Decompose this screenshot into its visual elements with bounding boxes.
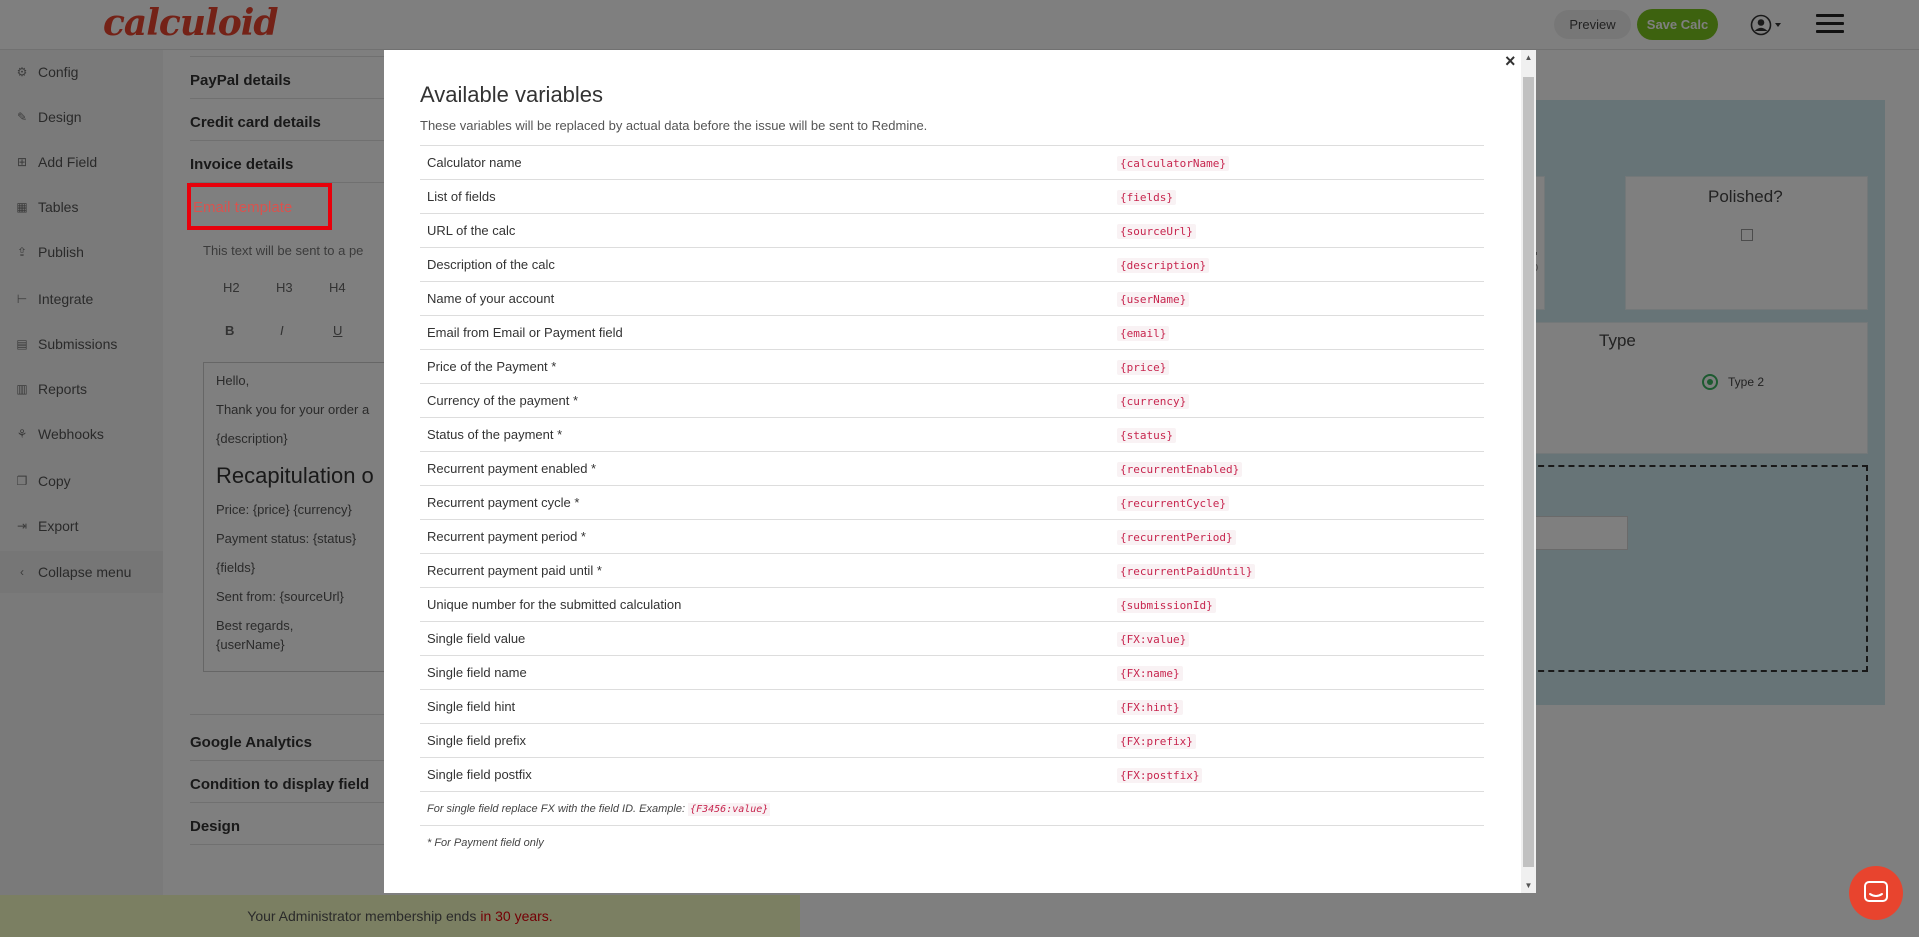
variable-row: Recurrent payment enabled * {recurrentEna… xyxy=(420,451,1484,486)
variable-label: Recurrent payment cycle * xyxy=(420,485,1110,520)
variable-row: Price of the Payment * {price} xyxy=(420,349,1484,384)
variable-row: URL of the calc {sourceUrl} xyxy=(420,213,1484,248)
field-id-note: For single field replace FX with the fie… xyxy=(427,802,686,815)
accordion-email-template[interactable]: Email template xyxy=(187,183,332,230)
variable-code[interactable]: {currency} xyxy=(1117,394,1190,409)
variable-code[interactable]: {recurrentEnabled} xyxy=(1117,462,1243,477)
variable-code[interactable]: {FX:name} xyxy=(1117,666,1183,681)
variable-code[interactable]: {submissionId} xyxy=(1117,598,1216,613)
variable-label: Name of your account xyxy=(420,281,1110,316)
variable-code[interactable]: {description} xyxy=(1117,258,1210,273)
available-variables-modal: Available variables These variables will… xyxy=(384,50,1535,893)
variable-code[interactable]: {recurrentPaidUntil} xyxy=(1117,564,1256,579)
modal-title: Available variables xyxy=(420,82,604,107)
variable-row: Calculator name {calculatorName} xyxy=(420,145,1484,180)
modal-description: These variables will be replaced by actu… xyxy=(420,118,928,133)
variable-label: Description of the calc xyxy=(420,247,1110,282)
variable-row: Recurrent payment paid until * {recurrent… xyxy=(420,553,1484,588)
scrollbar-thumb[interactable] xyxy=(1523,77,1534,867)
variable-row: Description of the calc {description} xyxy=(420,247,1484,282)
variable-row: Unique number for the submitted calculat… xyxy=(420,587,1484,622)
variable-row: Recurrent payment period * {recurrentPeri… xyxy=(420,519,1484,554)
variable-row: Recurrent payment cycle * {recurrentCycle… xyxy=(420,485,1484,520)
variable-label: Price of the Payment * xyxy=(420,349,1110,384)
variable-label: Calculator name xyxy=(420,145,1110,180)
variable-row: Single field postfix {FX:postfix} xyxy=(420,757,1484,792)
scroll-down-arrow-icon[interactable]: ▼ xyxy=(1521,878,1536,893)
variable-code[interactable]: {FX:postfix} xyxy=(1117,768,1203,783)
chat-icon xyxy=(1864,881,1888,902)
variable-row: List of fields {fields} xyxy=(420,179,1484,214)
variable-label: Single field hint xyxy=(420,689,1110,724)
variable-label: Recurrent payment paid until * xyxy=(420,553,1110,588)
chat-launcher[interactable] xyxy=(1849,866,1903,920)
variable-label: Single field name xyxy=(420,655,1110,690)
payment-field-note: * For Payment field only xyxy=(420,825,1484,860)
variable-row: Status of the payment * {status} xyxy=(420,417,1484,452)
variable-label: Single field postfix xyxy=(420,757,1110,792)
variables-table: Calculator name {calculatorName} List of f… xyxy=(420,145,1484,860)
variable-label: Unique number for the submitted calculat… xyxy=(420,587,1110,622)
variable-label: Email from Email or Payment field xyxy=(420,315,1110,350)
variable-code[interactable]: {FX:prefix} xyxy=(1117,734,1196,749)
variable-label: Single field value xyxy=(420,621,1110,656)
variable-code[interactable]: {userName} xyxy=(1117,292,1190,307)
email-template-label: Email template xyxy=(193,199,293,216)
variable-code[interactable]: {FX:hint} xyxy=(1117,700,1183,715)
variable-label: List of fields xyxy=(420,179,1110,214)
variable-row: Single field prefix {FX:prefix} xyxy=(420,723,1484,758)
variable-code[interactable]: {sourceUrl} xyxy=(1117,224,1196,239)
variable-code[interactable]: {status} xyxy=(1117,428,1176,443)
variable-code[interactable]: {price} xyxy=(1117,360,1170,375)
variable-label: Single field prefix xyxy=(420,723,1110,758)
scroll-up-arrow-icon[interactable]: ▲ xyxy=(1521,50,1536,65)
variable-code[interactable]: {email} xyxy=(1117,326,1170,341)
field-id-example-code: {F3456:value} xyxy=(688,802,771,816)
variable-label: URL of the calc xyxy=(420,213,1110,248)
variable-label: Status of the payment * xyxy=(420,417,1110,452)
variable-code[interactable]: {recurrentCycle} xyxy=(1117,496,1229,511)
variable-code[interactable]: {FX:value} xyxy=(1117,632,1190,647)
close-modal-button[interactable]: × xyxy=(1505,51,1521,71)
variable-code[interactable]: {recurrentPeriod} xyxy=(1117,530,1236,545)
variable-label: Recurrent payment enabled * xyxy=(420,451,1110,486)
variable-row: Email from Email or Payment field {email} xyxy=(420,315,1484,350)
variable-code[interactable]: {fields} xyxy=(1117,190,1176,205)
field-id-note-row: For single field replace FX with the fie… xyxy=(420,791,1484,826)
variable-row: Currency of the payment * {currency} xyxy=(420,383,1484,418)
payment-note-row: * For Payment field only xyxy=(420,825,1484,860)
variable-row: Name of your account {userName} xyxy=(420,281,1484,316)
variable-row: Single field name {FX:name} xyxy=(420,655,1484,690)
variable-row: Single field value {FX:value} xyxy=(420,621,1484,656)
variable-label: Currency of the payment * xyxy=(420,383,1110,418)
variable-code[interactable]: {calculatorName} xyxy=(1117,156,1229,171)
variable-label: Recurrent payment period * xyxy=(420,519,1110,554)
variable-row: Single field hint {FX:hint} xyxy=(420,689,1484,724)
